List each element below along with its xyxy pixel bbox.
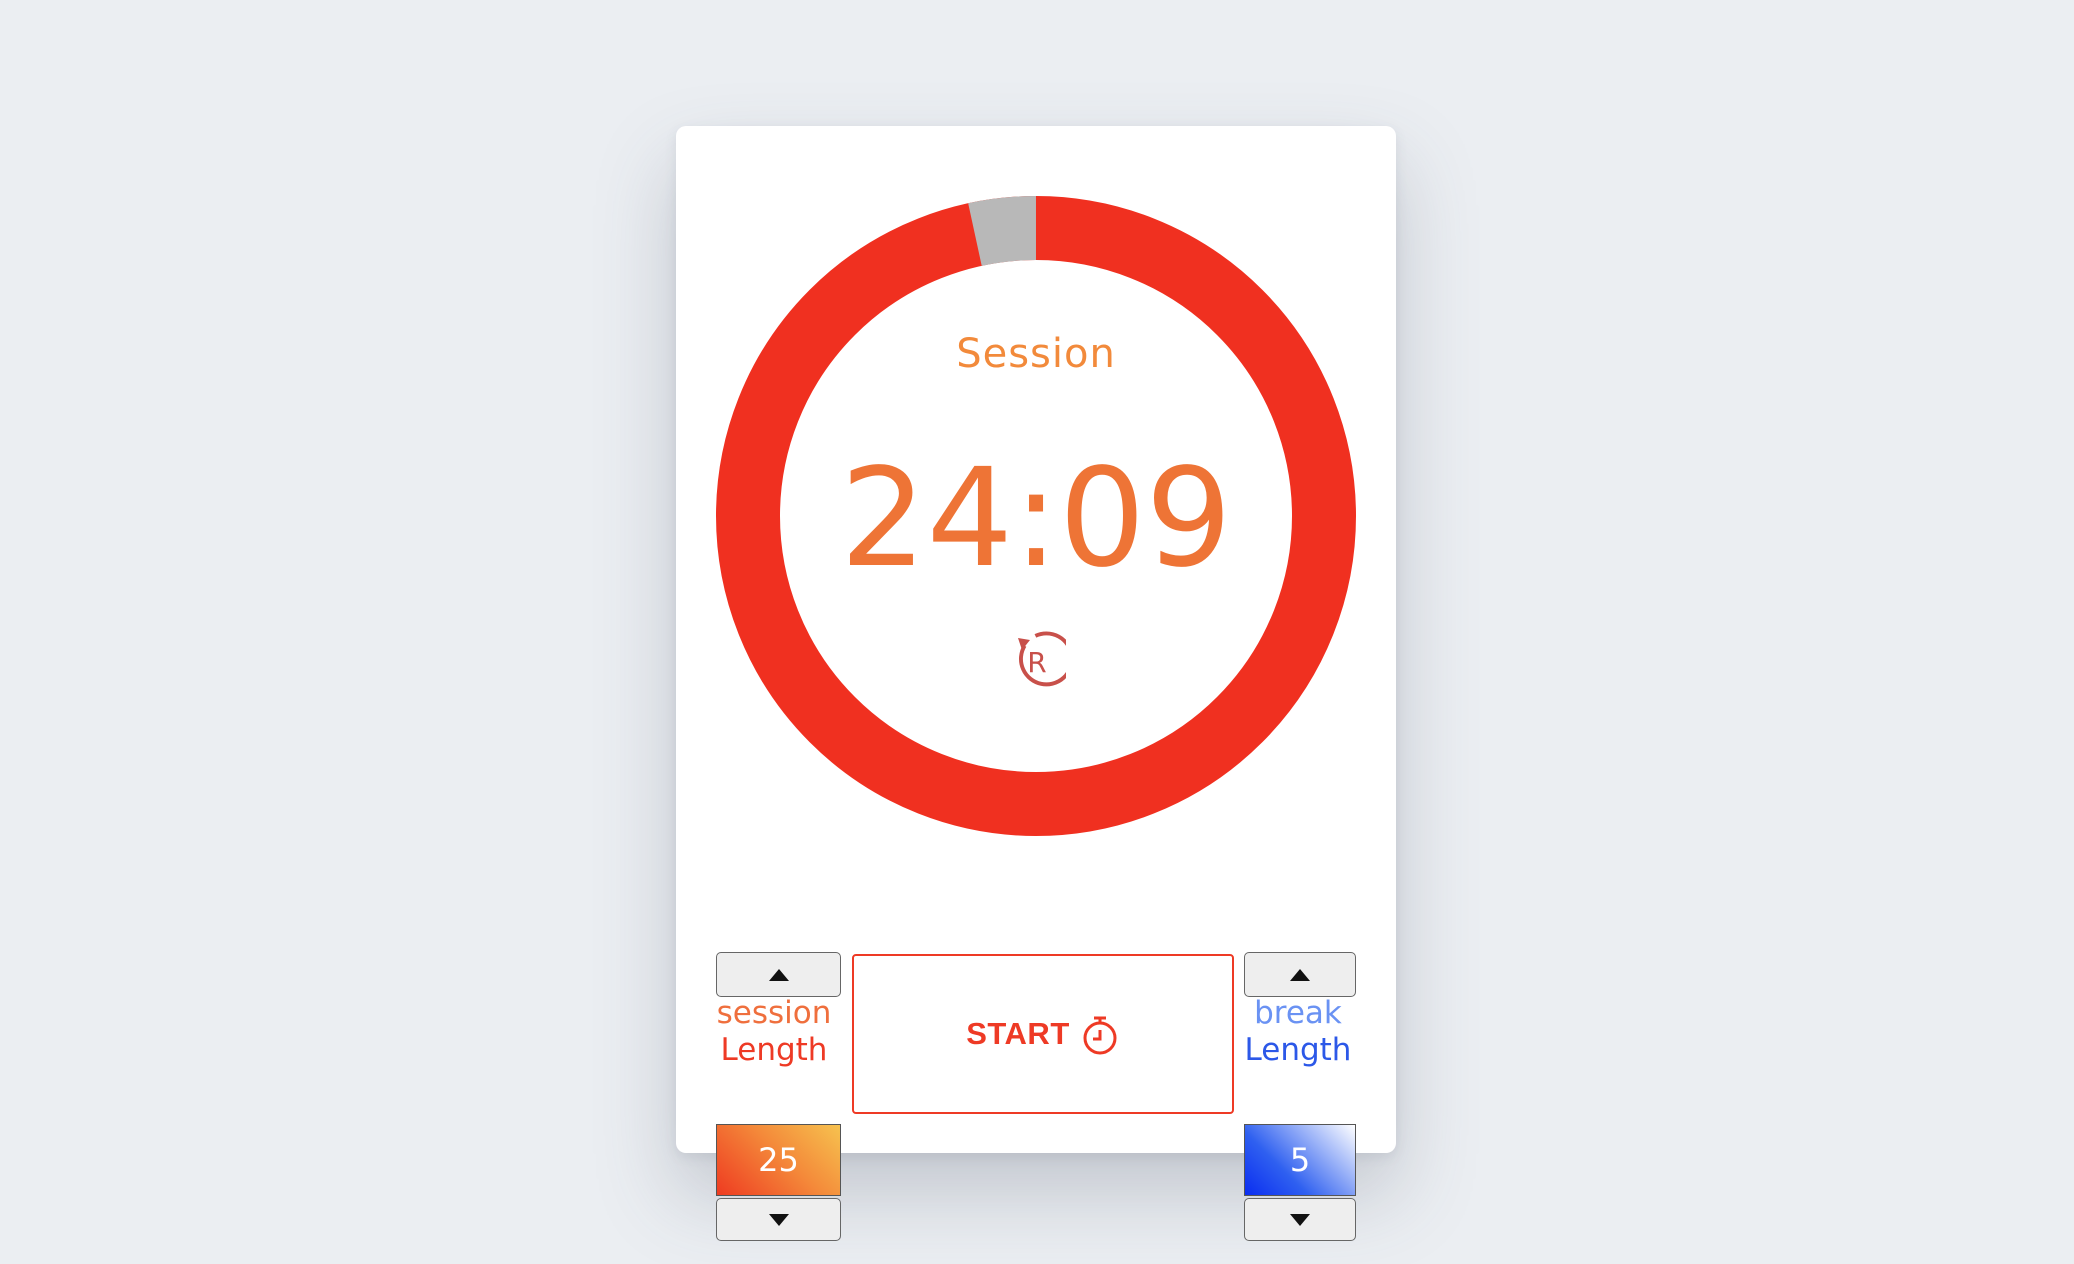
stopwatch-icon bbox=[1083, 1016, 1117, 1055]
reset-icon: R bbox=[1018, 631, 1074, 687]
break-length-value: 5 bbox=[1244, 1124, 1356, 1196]
triangle-down-icon bbox=[1290, 1213, 1310, 1226]
triangle-up-icon bbox=[768, 968, 789, 981]
svg-text:R: R bbox=[1027, 646, 1046, 679]
reset-button[interactable]: R bbox=[1006, 630, 1074, 690]
session-length-label-bottom: Length bbox=[720, 1032, 828, 1068]
start-button[interactable]: START bbox=[852, 954, 1234, 1114]
session-length-label-top: session bbox=[716, 995, 832, 1031]
session-length-value: 25 bbox=[716, 1124, 841, 1196]
break-decrement-button[interactable] bbox=[1244, 1198, 1356, 1241]
break-length-label-top: break bbox=[1254, 995, 1342, 1031]
triangle-down-icon bbox=[768, 1213, 789, 1226]
mode-label: Session bbox=[956, 331, 1116, 377]
session-increment-button[interactable] bbox=[716, 952, 841, 997]
break-length-label: break Length bbox=[1218, 995, 1378, 1069]
break-length-label-bottom: Length bbox=[1244, 1032, 1352, 1068]
break-increment-button[interactable] bbox=[1244, 952, 1356, 997]
triangle-up-icon bbox=[1290, 968, 1310, 981]
start-label: START bbox=[966, 1016, 1070, 1051]
session-length-label: session Length bbox=[694, 995, 854, 1069]
session-decrement-button[interactable] bbox=[716, 1198, 841, 1241]
pomodoro-card: Session 24:09 R session Length break Len… bbox=[676, 126, 1396, 1241]
time-display: 24:09 bbox=[840, 440, 1232, 598]
